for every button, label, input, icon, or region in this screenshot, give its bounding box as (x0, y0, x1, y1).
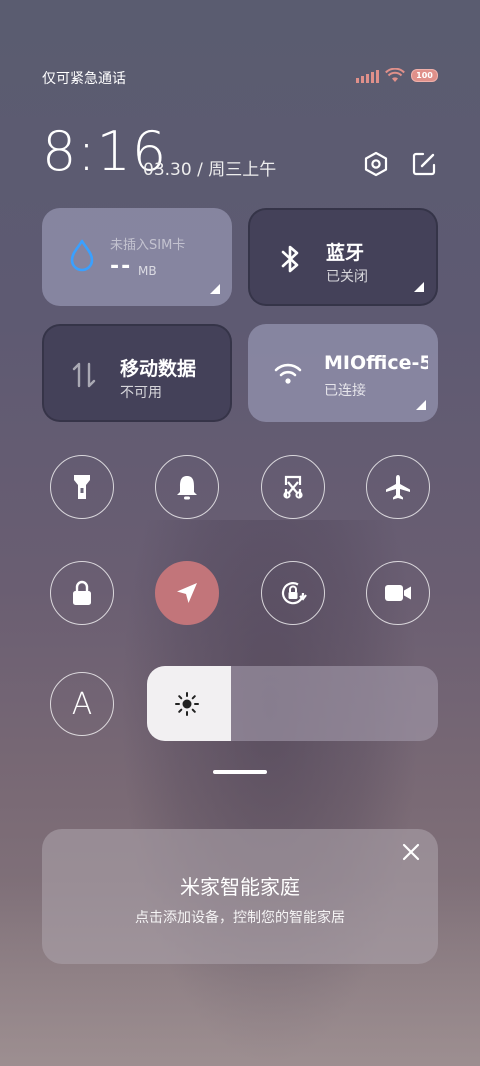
bell-icon (177, 476, 197, 500)
wifi-icon (274, 363, 302, 384)
drag-handle[interactable] (213, 770, 267, 774)
bluetooth-icon (281, 245, 299, 273)
screen-record-toggle[interactable] (366, 561, 430, 625)
bluetooth-title: 蓝牙 (326, 242, 365, 264)
location-icon (177, 583, 197, 603)
screenshot-icon (283, 475, 303, 499)
airplane-icon (386, 475, 410, 500)
font-size-label: A (71, 686, 93, 722)
lock-screen-toggle[interactable] (50, 561, 114, 625)
signal-icon (356, 69, 379, 83)
edit-icon[interactable] (410, 150, 438, 178)
expand-corner-icon (210, 284, 220, 294)
sim-data-tile[interactable]: 未插入SIM卡 -- MB (42, 208, 232, 306)
status-bar: 仅可紧急通话 100 (42, 66, 438, 88)
lock-icon (73, 580, 91, 605)
screenshot-toggle[interactable] (261, 455, 325, 519)
wifi-tile[interactable]: MIOffice-5G 已连接 (248, 324, 438, 422)
brightness-sun-icon (175, 692, 199, 716)
sim-status-label: 未插入SIM卡 (110, 238, 186, 253)
bluetooth-tile[interactable]: 蓝牙 已关闭 (248, 208, 438, 306)
brightness-slider[interactable] (147, 666, 438, 741)
mobile-data-status: 不可用 (120, 385, 162, 401)
data-usage-value: -- (110, 254, 133, 279)
clock-date: 03.30 / 周三上午 (143, 160, 277, 180)
water-drop-icon (70, 239, 94, 272)
data-usage-unit: MB (138, 264, 157, 278)
expand-corner-icon (416, 400, 426, 410)
mobile-data-tile[interactable]: 移动数据 不可用 (42, 324, 232, 422)
wifi-network-name: MIOffice-5G (324, 352, 428, 374)
wifi-status: 已连接 (324, 383, 366, 399)
status-icons: 100 (356, 68, 438, 83)
card-title: 米家智能家庭 (180, 875, 300, 899)
close-icon[interactable] (400, 841, 422, 863)
video-icon (385, 585, 411, 601)
carrier-text: 仅可紧急通话 (42, 71, 126, 87)
flashlight-toggle[interactable] (50, 455, 114, 519)
settings-hexagon-icon[interactable] (362, 150, 390, 178)
wifi-status-icon (385, 68, 405, 82)
location-toggle[interactable] (155, 561, 219, 625)
bluetooth-status: 已关闭 (326, 269, 368, 285)
airplane-mode-toggle[interactable] (366, 455, 430, 519)
expand-corner-icon (414, 282, 424, 292)
flashlight-icon (74, 475, 90, 499)
rotation-lock-toggle[interactable] (261, 561, 325, 625)
card-subtitle: 点击添加设备，控制您的智能家居 (135, 910, 345, 926)
mobile-data-title: 移动数据 (120, 358, 197, 380)
font-size-button[interactable]: A (50, 672, 114, 736)
mijia-smart-home-card[interactable]: 米家智能家庭 点击添加设备，控制您的智能家居 (42, 829, 438, 964)
rotation-lock-icon (281, 582, 307, 605)
data-arrows-icon (72, 362, 96, 388)
silent-toggle[interactable] (155, 455, 219, 519)
battery-icon: 100 (411, 69, 438, 82)
